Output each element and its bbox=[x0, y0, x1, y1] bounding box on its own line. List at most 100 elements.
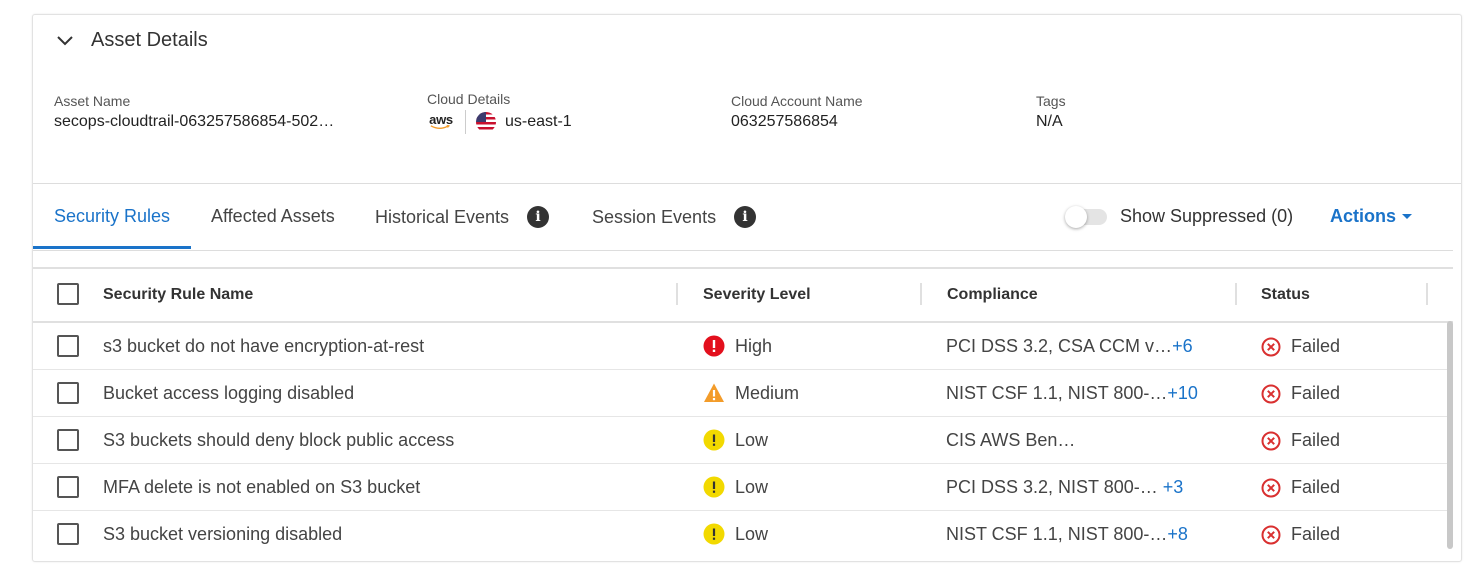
severity-label: Low bbox=[735, 476, 769, 497]
show-suppressed-label: Show Suppressed (0) bbox=[1120, 206, 1294, 226]
toggle-knob bbox=[1065, 206, 1087, 228]
region-value: us-east-1 bbox=[505, 113, 572, 130]
compliance-cell: PCI DSS 3.2, NIST 800-… +3 bbox=[946, 477, 1183, 498]
cloud-account-value: 063257586854 bbox=[731, 113, 838, 130]
info-icon[interactable]: i bbox=[734, 206, 757, 228]
rule-name[interactable]: MFA delete is not enabled on S3 bucket bbox=[103, 477, 420, 498]
aws-logo-icon: aws bbox=[427, 111, 455, 130]
column-divider[interactable] bbox=[676, 283, 678, 305]
status-cell: Failed bbox=[1261, 383, 1340, 404]
more-compliance-link[interactable]: +10 bbox=[1167, 383, 1198, 403]
column-divider[interactable] bbox=[920, 283, 922, 305]
tab-security-rules[interactable]: Security Rules bbox=[54, 206, 170, 227]
failed-icon bbox=[1261, 525, 1281, 544]
table-row[interactable]: MFA delete is not enabled on S3 bucket L… bbox=[33, 464, 1453, 511]
table-scrollbar[interactable] bbox=[1447, 321, 1453, 549]
medium-severity-icon bbox=[704, 383, 724, 402]
rule-name[interactable]: S3 bucket versioning disabled bbox=[103, 524, 342, 545]
compliance-cell: CIS AWS Ben… bbox=[946, 430, 1075, 451]
table-row[interactable]: Bucket access logging disabled Medium NI… bbox=[33, 370, 1453, 417]
asset-details-header[interactable]: Asset Details bbox=[55, 29, 208, 52]
low-severity-icon bbox=[703, 476, 725, 498]
severity-cell: Medium bbox=[703, 382, 799, 404]
more-compliance-link[interactable]: +6 bbox=[1172, 336, 1193, 356]
row-checkbox[interactable] bbox=[57, 382, 79, 404]
failed-icon bbox=[1261, 337, 1281, 356]
status-cell: Failed bbox=[1261, 477, 1340, 498]
tags-label: Tags bbox=[1036, 93, 1066, 109]
low-severity-icon bbox=[703, 523, 725, 545]
tab-bar: Security Rules Affected Assets Historica… bbox=[33, 184, 1453, 251]
more-compliance-link[interactable]: +3 bbox=[1163, 477, 1184, 497]
row-checkbox[interactable] bbox=[57, 429, 79, 451]
compliance-text: PCI DSS 3.2, NIST 800-… bbox=[946, 477, 1163, 497]
us-flag-icon bbox=[476, 112, 496, 132]
failed-icon bbox=[1261, 478, 1281, 497]
tab-session-events[interactable]: Session Events i bbox=[592, 206, 757, 228]
high-severity-icon bbox=[703, 335, 725, 357]
severity-label: Medium bbox=[735, 382, 800, 403]
tab-historical-events[interactable]: Historical Events i bbox=[375, 206, 550, 228]
table-row[interactable]: S3 bucket versioning disabled Low NIST C… bbox=[33, 511, 1453, 557]
asset-name-value: secops-cloudtrail-063257586854-502… bbox=[54, 113, 335, 130]
header-status[interactable]: Status bbox=[1261, 286, 1310, 304]
actions-dropdown[interactable]: Actions bbox=[1330, 206, 1413, 227]
column-divider[interactable] bbox=[1235, 283, 1237, 305]
more-compliance-link[interactable]: +8 bbox=[1167, 524, 1188, 544]
tab-session-events-label: Session Events bbox=[592, 206, 717, 227]
section-title: Asset Details bbox=[91, 29, 208, 51]
cloud-details-label: Cloud Details bbox=[427, 91, 511, 107]
row-checkbox[interactable] bbox=[57, 523, 79, 545]
cloud-divider bbox=[465, 110, 466, 134]
status-label: Failed bbox=[1291, 524, 1341, 544]
low-severity-icon bbox=[703, 429, 725, 451]
rule-name[interactable]: Bucket access logging disabled bbox=[103, 383, 354, 404]
compliance-text: NIST CSF 1.1, NIST 800-… bbox=[946, 524, 1168, 544]
status-cell: Failed bbox=[1261, 524, 1340, 545]
chevron-down-icon[interactable] bbox=[55, 31, 75, 51]
cloud-details-field: Cloud Details aws us-east-1 bbox=[427, 91, 572, 134]
asset-name-field: Asset Name secops-cloudtrail-06325758685… bbox=[54, 93, 334, 131]
table-row[interactable]: s3 bucket do not have encryption-at-rest… bbox=[33, 323, 1453, 370]
tags-field: Tags N/A bbox=[1036, 93, 1066, 131]
failed-icon bbox=[1261, 431, 1281, 450]
row-checkbox[interactable] bbox=[57, 476, 79, 498]
failed-icon bbox=[1261, 384, 1281, 403]
compliance-text: CIS AWS Ben… bbox=[946, 430, 1076, 450]
table-row[interactable]: S3 buckets should deny block public acce… bbox=[33, 417, 1453, 464]
tab-affected-assets[interactable]: Affected Assets bbox=[211, 206, 335, 227]
rule-name[interactable]: S3 buckets should deny block public acce… bbox=[103, 430, 454, 451]
tab-historical-events-label: Historical Events bbox=[375, 206, 510, 227]
column-divider[interactable] bbox=[1426, 283, 1428, 305]
compliance-cell: NIST CSF 1.1, NIST 800-…+10 bbox=[946, 383, 1198, 404]
status-label: Failed bbox=[1291, 430, 1341, 450]
select-all-checkbox[interactable] bbox=[57, 283, 79, 305]
severity-cell: Low bbox=[703, 429, 768, 451]
asset-name-label: Asset Name bbox=[54, 93, 131, 109]
compliance-cell: PCI DSS 3.2, CSA CCM v…+6 bbox=[946, 336, 1193, 357]
header-rule-name[interactable]: Security Rule Name bbox=[103, 286, 253, 304]
caret-down-icon bbox=[1402, 214, 1413, 219]
actions-label: Actions bbox=[1330, 206, 1397, 226]
compliance-text: PCI DSS 3.2, CSA CCM v… bbox=[946, 336, 1173, 356]
show-suppressed-toggle[interactable] bbox=[1065, 206, 1107, 228]
asset-details-card: Asset Details Asset Name secops-cloudtra… bbox=[32, 14, 1462, 562]
severity-cell: High bbox=[703, 335, 772, 357]
header-severity[interactable]: Severity Level bbox=[703, 286, 811, 304]
rule-name[interactable]: s3 bucket do not have encryption-at-rest bbox=[103, 336, 424, 357]
cloud-account-field: Cloud Account Name 063257586854 bbox=[731, 93, 863, 131]
info-icon[interactable]: i bbox=[527, 206, 550, 228]
row-checkbox[interactable] bbox=[57, 335, 79, 357]
severity-label: Low bbox=[735, 429, 769, 450]
cloud-provider: aws bbox=[429, 111, 453, 127]
severity-label: Low bbox=[735, 523, 769, 544]
compliance-text: NIST CSF 1.1, NIST 800-… bbox=[946, 383, 1168, 403]
status-cell: Failed bbox=[1261, 430, 1340, 451]
status-cell: Failed bbox=[1261, 336, 1340, 357]
security-rules-table: Security Rule Name Severity Level Compli… bbox=[33, 267, 1453, 557]
table-header: Security Rule Name Severity Level Compli… bbox=[33, 267, 1453, 323]
cloud-account-label: Cloud Account Name bbox=[731, 93, 863, 109]
tags-value: N/A bbox=[1036, 113, 1063, 130]
header-compliance[interactable]: Compliance bbox=[947, 286, 1038, 304]
active-tab-indicator bbox=[33, 246, 191, 249]
